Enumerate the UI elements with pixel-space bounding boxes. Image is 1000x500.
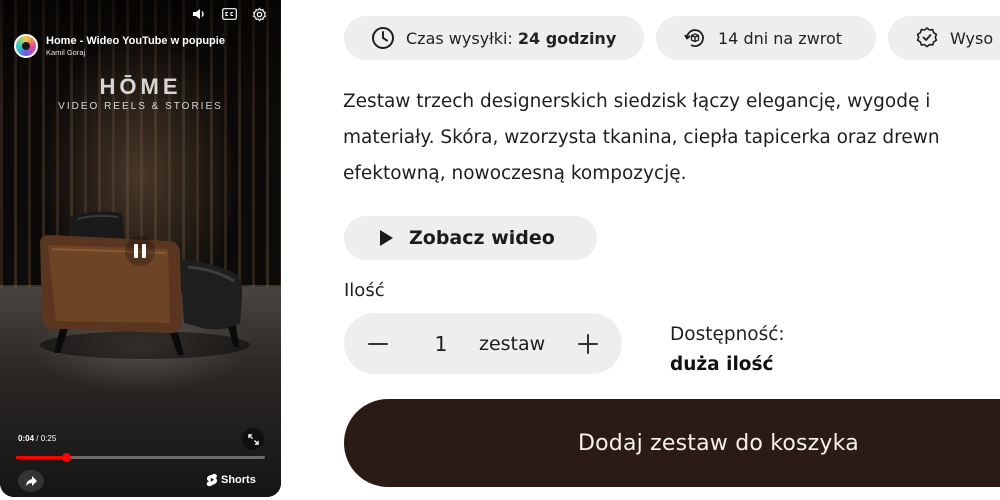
video-brand-overlay: HŌME VIDEO REELS & STORIES (0, 74, 281, 114)
feature-shipping-value: 24 godziny (517, 28, 617, 48)
return-box-icon (682, 25, 708, 51)
current-time: 0:04 (18, 434, 35, 443)
expand-icon[interactable] (242, 428, 264, 450)
captions-icon[interactable] (221, 6, 237, 22)
clock-icon (370, 25, 396, 51)
duration: 0:25 (40, 434, 57, 443)
video-top-controls (191, 6, 267, 22)
video-title[interactable]: Home - Wideo YouTube w popupie (46, 35, 225, 48)
quantity-unit: zestaw (479, 332, 546, 355)
feature-returns-text: 14 dni na zwrot (718, 28, 843, 48)
description-line: Zestaw trzech designerskich siedzisk łąc… (343, 91, 931, 112)
video-player[interactable]: Home - Wideo YouTube w popupie Kamil Gor… (0, 0, 281, 497)
brand-name: HŌME (99, 74, 182, 99)
quantity-increase-button[interactable] (558, 313, 618, 374)
video-progress-fill (16, 456, 66, 459)
shorts-logo-icon (206, 473, 218, 487)
product-description: Zestaw trzech designerskich siedzisk łąc… (343, 84, 1000, 192)
shorts-label: Shorts (221, 474, 256, 486)
feature-shipping-text: Czas wysyłki: 24 godziny (406, 29, 616, 48)
quality-badge-icon (914, 25, 940, 51)
availability: Dostępność: duża ilość (670, 320, 785, 380)
availability-label: Dostępność: (670, 324, 785, 345)
description-line: materiały. Skóra, wzorzysta tkanina, cie… (343, 127, 940, 148)
availability-value: duża ilość (670, 354, 774, 375)
video-progress-knob[interactable] (61, 453, 71, 462)
description-line: efektowną, nowoczesną kompozycję. (343, 163, 687, 184)
shorts-logo[interactable]: Shorts (206, 473, 256, 487)
add-to-cart-button[interactable]: Dodaj zestaw do koszyka (344, 399, 1000, 487)
quantity-value[interactable]: 1 (434, 313, 448, 374)
watch-video-button[interactable]: Zobacz wideo (344, 216, 597, 260)
play-icon (380, 230, 393, 246)
feature-shipping-prefix: Czas wysyłki: (406, 28, 518, 48)
feature-quality-text: Wyso (950, 28, 994, 48)
video-author: Kamil Goraj (46, 47, 86, 57)
pause-icon[interactable] (125, 236, 155, 266)
channel-avatar[interactable] (14, 34, 38, 58)
brand-subtitle: VIDEO REELS & STORIES (58, 101, 223, 112)
watch-video-label: Zobacz wideo (409, 227, 555, 249)
feature-pills: Czas wysyłki: 24 godziny 14 dni na zwrot… (344, 16, 1000, 60)
video-time: 0:04 / 0:25 (18, 434, 56, 443)
quantity-label: Ilość (344, 280, 385, 301)
plus-icon (578, 333, 598, 354)
feature-quality: Wyso (888, 16, 1000, 60)
quantity-decrease-button[interactable] (348, 313, 408, 374)
video-channel-info: Home - Wideo YouTube w popupie Kamil Gor… (14, 34, 225, 58)
minus-icon (368, 342, 388, 345)
feature-shipping-time: Czas wysyłki: 24 godziny (344, 16, 644, 60)
feature-returns: 14 dni na zwrot (656, 16, 876, 60)
video-progress-bar[interactable] (16, 453, 265, 462)
volume-icon[interactable] (191, 6, 207, 22)
armchair-image (40, 211, 250, 359)
settings-icon[interactable] (251, 6, 267, 22)
quantity-stepper: 1 zestaw (344, 313, 622, 374)
product-page: Home - Wideo YouTube w popupie Kamil Gor… (0, 0, 1000, 500)
add-to-cart-label: Dodaj zestaw do koszyka (578, 430, 859, 456)
share-icon[interactable] (18, 470, 44, 492)
